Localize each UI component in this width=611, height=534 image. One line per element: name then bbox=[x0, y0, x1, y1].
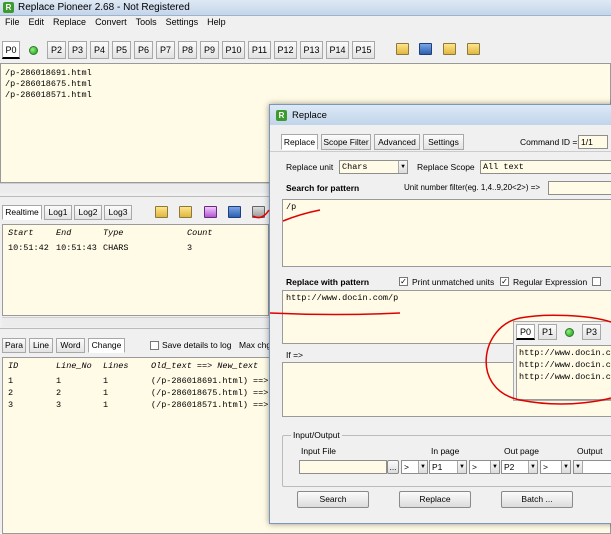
annotation-underline-search bbox=[282, 209, 321, 222]
red-annotations bbox=[252, 209, 611, 405]
annotation-circle-preview bbox=[485, 314, 611, 405]
annotation-mark-left bbox=[252, 209, 270, 219]
annotation-underline-replace bbox=[269, 312, 401, 316]
